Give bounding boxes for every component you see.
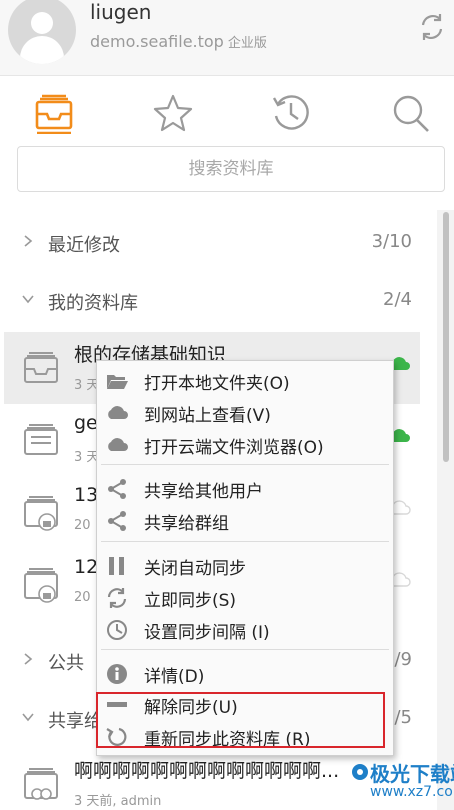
menu-item-label: 到网站上查看(V) (144, 406, 271, 426)
group-my-libraries[interactable]: 我的资料库 2/4 (0, 272, 420, 330)
chevron-down-icon (22, 713, 34, 722)
group-title: 我的资料库 (48, 293, 138, 314)
tab-activity-icon[interactable] (270, 92, 312, 134)
group-title: 最近修改 (48, 235, 120, 256)
menu-item-share-users[interactable]: 共享给其他用户 (97, 473, 393, 505)
menu-separator (101, 541, 389, 542)
username: liugen (90, 0, 152, 24)
repo-name: 12 (74, 556, 99, 578)
info-icon (107, 664, 127, 684)
chevron-right-icon (24, 235, 33, 247)
menu-item-label: 详情(D) (144, 667, 205, 687)
encrypted-library-icon (24, 496, 58, 531)
library-icon (24, 352, 58, 383)
watermark-logo-icon (352, 764, 368, 780)
menu-item-details[interactable]: 详情(D) (97, 658, 393, 690)
group-count: /5 (394, 707, 412, 728)
cloud-icon (108, 438, 128, 451)
repo-info: 20 (74, 518, 91, 533)
group-title: 共享给 (48, 711, 102, 732)
menu-item-label: 共享给其他用户 (144, 482, 263, 502)
repo-name: ge (74, 412, 98, 434)
sync-icon (107, 588, 127, 608)
edition-label: 企业版 (227, 36, 267, 51)
menu-item-share-groups[interactable]: 共享给群组 (97, 505, 393, 537)
server-address: demo.seafile.top 企业版 (90, 32, 267, 51)
watermark-url: www.xz7.com (370, 784, 454, 800)
highlight-box (96, 692, 385, 748)
tab-libraries-icon[interactable] (33, 92, 75, 134)
watermark: 极光下载站 www.xz7.com (350, 756, 454, 804)
tab-search-icon[interactable] (390, 92, 432, 134)
menu-item-view-on-web[interactable]: 到网站上查看(V) (97, 397, 393, 429)
refresh-icon[interactable] (415, 10, 449, 44)
library-icon (24, 424, 58, 455)
group-recent[interactable]: 最近修改 3/10 (0, 214, 420, 272)
share-icon (108, 479, 126, 499)
menu-item-disable-auto-sync[interactable]: 关闭自动同步 (97, 550, 393, 582)
folder-open-icon (107, 375, 128, 389)
menu-item-label: 打开本地文件夹(O) (144, 374, 290, 394)
share-icon (108, 511, 126, 531)
menu-item-label: 关闭自动同步 (144, 559, 246, 579)
menu-item-label: 打开云端文件浏览器(O) (144, 438, 324, 458)
repo-name: 啊啊啊啊啊啊啊啊啊啊啊啊啊... (74, 760, 340, 782)
clock-icon (107, 620, 127, 640)
server-url: demo.seafile.top (90, 32, 224, 51)
repo-name: 13 (74, 484, 99, 506)
menu-item-open-cloud-browser[interactable]: 打开云端文件浏览器(O) (97, 429, 393, 461)
chevron-down-icon (22, 295, 34, 304)
menu-item-label: 共享给群组 (144, 514, 229, 534)
repo-info: 3 天前, admin (74, 794, 162, 809)
group-title: 公共 (48, 653, 84, 674)
tab-starred-icon[interactable] (152, 92, 194, 134)
repo-info: 20 (74, 590, 91, 605)
menu-item-label: 设置同步间隔 (I) (144, 623, 270, 643)
encrypted-library-icon (24, 568, 58, 603)
group-count: 2/4 (383, 289, 412, 310)
group-count: /9 (394, 649, 412, 670)
menu-item-sync-interval[interactable]: 设置同步间隔 (I) (97, 614, 393, 646)
watermark-brand: 极光下载站 (370, 762, 454, 786)
menu-item-open-local-folder[interactable]: 打开本地文件夹(O) (97, 365, 393, 397)
scrollbar-thumb[interactable] (443, 212, 449, 462)
group-count: 3/10 (371, 231, 412, 252)
cloud-icon (108, 406, 128, 419)
avatar[interactable] (8, 0, 76, 64)
menu-item-label: 立即同步(S) (144, 591, 237, 611)
account-header: liugen demo.seafile.top 企业版 (0, 0, 454, 76)
pause-icon (109, 557, 124, 575)
chevron-right-icon (24, 653, 33, 665)
shared-library-icon (24, 768, 58, 800)
menu-item-sync-now[interactable]: 立即同步(S) (97, 582, 393, 614)
search-input[interactable]: 搜索资料库 (17, 146, 445, 192)
menu-separator (101, 464, 389, 465)
menu-separator (101, 649, 389, 650)
